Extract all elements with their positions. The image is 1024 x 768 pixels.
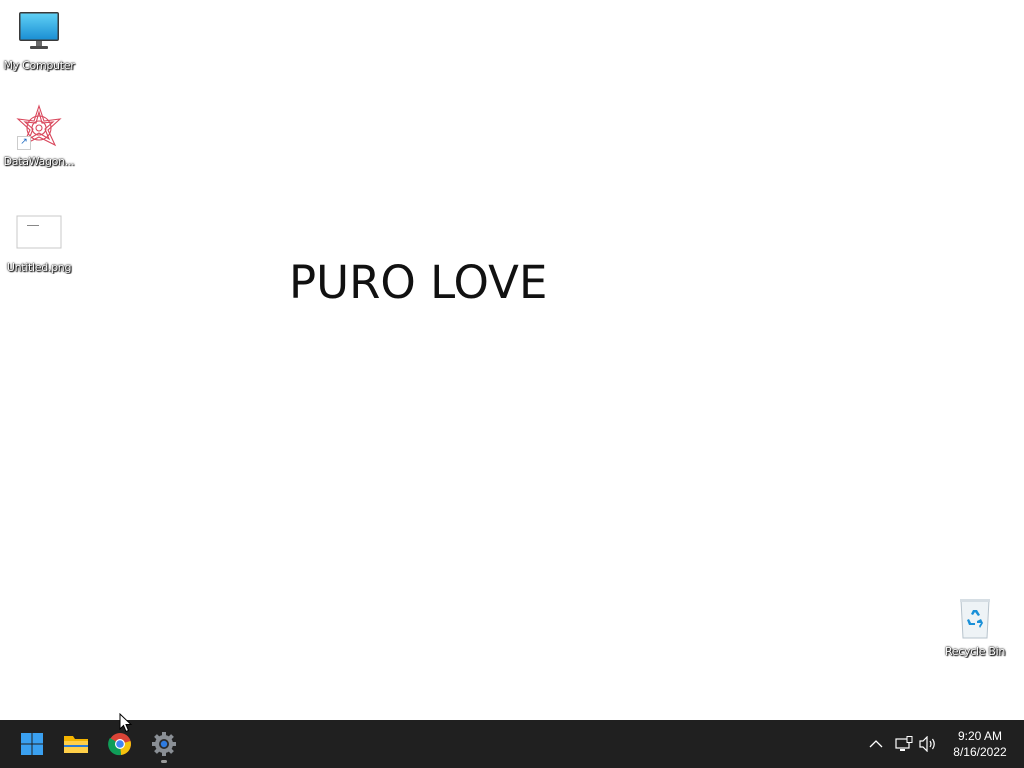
clock-date: 8/16/2022	[953, 745, 1007, 759]
mouse-cursor-icon	[119, 713, 133, 733]
chevron-up-icon	[869, 740, 883, 748]
desktop-icon-label: Recycle Bin	[944, 645, 1006, 658]
start-button[interactable]	[12, 724, 52, 764]
desktop: My Computer ↗ DataWagon... Untitled.png …	[0, 0, 1024, 720]
desktop-icon-label: DataWagon...	[3, 155, 75, 168]
desktop-icon-datawagon[interactable]: ↗ DataWagon...	[0, 104, 79, 168]
desktop-icon-untitled-png[interactable]: Untitled.png	[0, 210, 79, 274]
volume-button[interactable]	[916, 720, 940, 768]
taskbar-settings[interactable]	[144, 724, 184, 764]
desktop-icon-my-computer[interactable]: My Computer	[0, 8, 79, 72]
taskbar-file-explorer[interactable]	[56, 724, 96, 764]
network-status-button[interactable]	[892, 720, 916, 768]
clock-time: 9:20 AM	[957, 729, 1003, 743]
desktop-headline-text: PURO LOVE	[289, 256, 548, 309]
desktop-icon-recycle-bin[interactable]: Recycle Bin	[935, 594, 1015, 658]
network-icon	[895, 736, 913, 751]
show-hidden-icons-button[interactable]	[864, 720, 888, 768]
monitor-icon	[15, 8, 63, 56]
datawagon-app-icon: ↗	[15, 104, 63, 152]
desktop-icon-label: Untitled.png	[6, 261, 72, 274]
chrome-icon	[108, 733, 131, 756]
running-indicator	[161, 760, 167, 763]
folder-icon	[64, 736, 88, 753]
volume-icon	[919, 736, 935, 752]
gear-icon	[152, 732, 176, 756]
recycle-bin-icon	[951, 594, 999, 642]
image-thumbnail-icon	[15, 210, 63, 258]
windows-start-icon	[21, 733, 43, 755]
shortcut-arrow-icon: ↗	[17, 136, 31, 150]
taskbar-clock[interactable]: 9:20 AM 8/16/2022	[944, 728, 1016, 760]
desktop-icon-label: My Computer	[3, 59, 75, 72]
taskbar: 9:20 AM 8/16/2022	[0, 720, 1024, 768]
